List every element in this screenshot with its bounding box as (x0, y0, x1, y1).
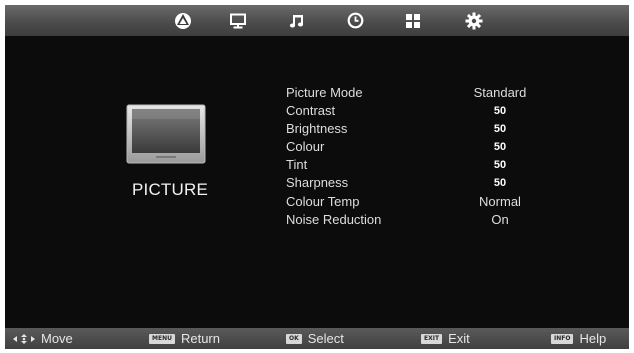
setting-label: Tint (286, 157, 308, 173)
gear-icon (465, 12, 483, 29)
tab-screen[interactable] (224, 8, 252, 33)
grid-icon (406, 13, 420, 28)
monitor-icon (230, 13, 246, 28)
setting-row-contrast[interactable]: Contrast 50 (286, 102, 586, 120)
setting-value: 50 (493, 123, 507, 136)
settings-list: Picture Mode Standard Contrast 50 Bright… (286, 84, 586, 229)
tv-osd-screen: PICTURE Picture Mode Standard Contrast 5… (5, 5, 629, 349)
menu-key-icon: MENU (149, 333, 175, 344)
setting-value: 50 (493, 105, 507, 118)
section-title: PICTURE (131, 180, 209, 199)
tab-lock[interactable] (399, 8, 427, 33)
setting-row-sharpness[interactable]: Sharpness 50 (286, 174, 586, 192)
arrows-icon (13, 333, 35, 344)
setting-label: Noise Reduction (286, 211, 382, 227)
tab-setup[interactable] (460, 8, 488, 33)
setting-value: 50 (493, 177, 507, 190)
hint-help-label: Help (579, 331, 607, 346)
setting-value: Normal (479, 193, 521, 209)
setting-row-noise-reduction[interactable]: Noise Reduction On (286, 211, 586, 229)
setting-row-colour[interactable]: Colour 50 (286, 138, 586, 156)
setting-value: 50 (493, 159, 507, 172)
setting-label: Brightness (286, 121, 348, 137)
setting-value: On (491, 211, 509, 227)
hint-select: OK Select (286, 328, 344, 349)
hint-exit: EXIT Exit (421, 328, 470, 349)
tab-sound[interactable] (283, 8, 311, 33)
setting-value: Standard (473, 85, 527, 100)
setting-row-brightness[interactable]: Brightness 50 (286, 120, 586, 138)
setting-label: Colour Temp (286, 193, 360, 209)
hint-move: Move (13, 328, 73, 349)
info-key-icon: INFO (551, 333, 574, 344)
setting-row-colour-temp[interactable]: Colour Temp Normal (286, 193, 586, 211)
tab-picture[interactable] (169, 8, 197, 33)
ok-key-icon: OK (286, 333, 302, 344)
hint-move-label: Move (41, 331, 73, 346)
music-note-icon (289, 14, 304, 27)
setting-value: 50 (493, 141, 507, 154)
picture-tab-icon (175, 12, 191, 29)
tab-time[interactable] (341, 8, 369, 33)
exit-key-icon: EXIT (421, 333, 443, 344)
clock-icon (347, 12, 363, 29)
setting-row-picture-mode[interactable]: Picture Mode Standard (286, 84, 586, 102)
setting-label: Sharpness (286, 175, 349, 191)
setting-row-tint[interactable]: Tint 50 (286, 156, 586, 174)
setting-label: Contrast (286, 103, 336, 119)
tv-picture-icon (126, 104, 206, 164)
setting-label: Picture Mode (286, 85, 363, 100)
hint-return: MENU Return (149, 328, 220, 349)
menu-tab-bar (5, 5, 629, 36)
hint-return-label: Return (180, 331, 220, 346)
hint-help: INFO Help (551, 328, 606, 349)
key-hint-bar: Move MENU Return OK Select EXIT Exit INF… (5, 328, 629, 349)
hint-select-label: Select (307, 331, 344, 346)
hint-exit-label: Exit (448, 331, 470, 346)
setting-label: Colour (286, 139, 325, 155)
